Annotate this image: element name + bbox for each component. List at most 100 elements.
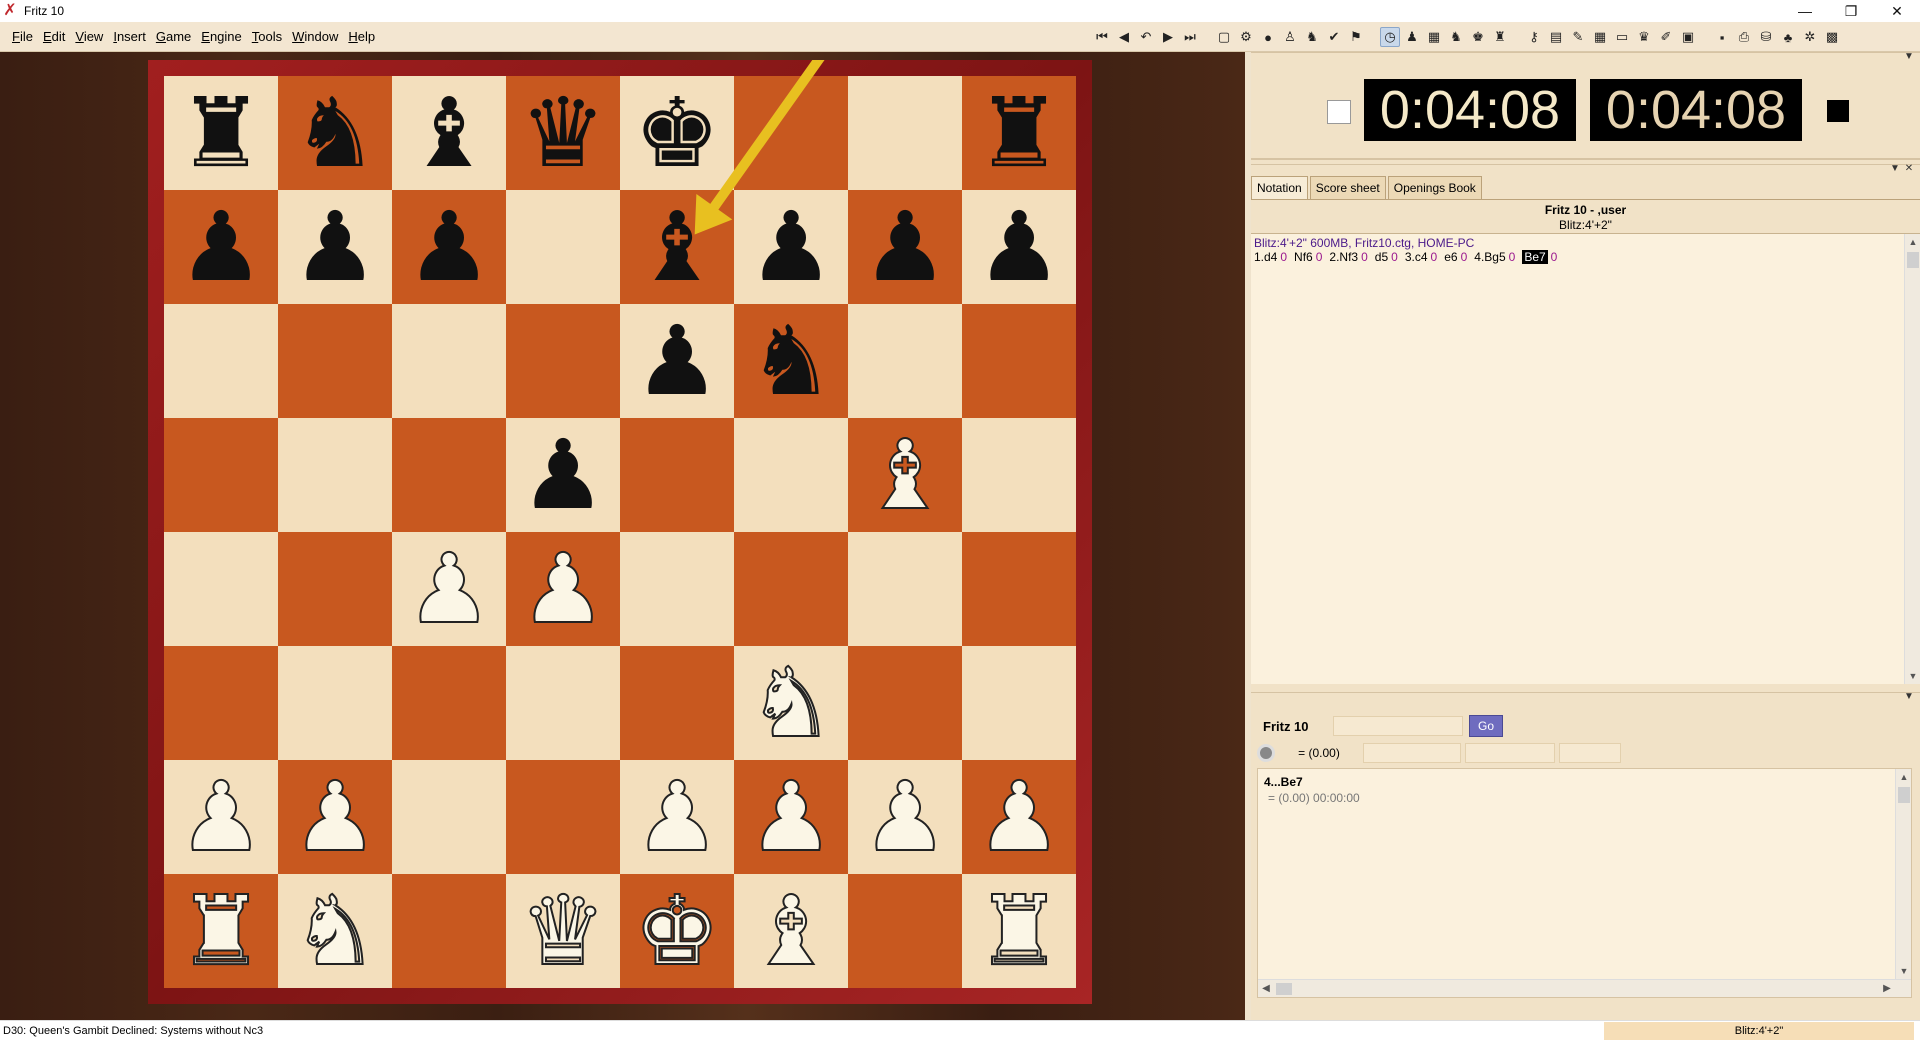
menu-engine[interactable]: Engine: [196, 29, 246, 44]
square-g3[interactable]: [848, 646, 962, 760]
square-b3[interactable]: [278, 646, 392, 760]
menu-view[interactable]: View: [70, 29, 108, 44]
square-e3[interactable]: [620, 646, 734, 760]
notation-move[interactable]: Nf6: [1294, 250, 1313, 264]
trophy-icon[interactable]: ♛: [1634, 27, 1654, 47]
layout-icon[interactable]: ▣: [1678, 27, 1698, 47]
white-rook-icon[interactable]: ♜: [177, 882, 265, 980]
square-a5[interactable]: [164, 418, 278, 532]
minimize-button[interactable]: —: [1782, 0, 1828, 22]
black-pawn-icon[interactable]: ♟: [748, 199, 834, 295]
new-game-icon[interactable]: ▢: [1214, 27, 1234, 47]
square-g7[interactable]: ♟: [848, 190, 962, 304]
square-a8[interactable]: ♜: [164, 76, 278, 190]
mascot-icon[interactable]: ♜: [1490, 27, 1510, 47]
square-a1[interactable]: ♜: [164, 874, 278, 988]
black-pawn-icon[interactable]: ♟: [406, 199, 492, 295]
black-queen-icon[interactable]: ♛: [520, 85, 606, 181]
white-bishop-icon[interactable]: ♝: [747, 882, 835, 980]
pane-menu-icon[interactable]: ▼: [1902, 51, 1916, 62]
coach-icon[interactable]: ♙: [1280, 27, 1300, 47]
square-a3[interactable]: [164, 646, 278, 760]
square-a7[interactable]: ♟: [164, 190, 278, 304]
white-pawn-icon[interactable]: ♟: [747, 768, 835, 866]
menu-tools[interactable]: Tools: [247, 29, 287, 44]
edit-icon[interactable]: ✎: [1568, 27, 1588, 47]
print-icon[interactable]: ⎙: [1734, 27, 1754, 47]
square-d1[interactable]: ♛: [506, 874, 620, 988]
square-h3[interactable]: [962, 646, 1076, 760]
white-rook-icon[interactable]: ♜: [975, 882, 1063, 980]
white-king-icon[interactable]: ♚: [633, 882, 721, 980]
square-g5[interactable]: ♝: [848, 418, 962, 532]
scroll-thumb[interactable]: [1898, 787, 1910, 803]
black-pawn-icon[interactable]: ♟: [520, 427, 606, 523]
black-rook-icon[interactable]: ♜: [976, 85, 1062, 181]
square-e2[interactable]: ♟: [620, 760, 734, 874]
square-g2[interactable]: ♟: [848, 760, 962, 874]
square-b5[interactable]: [278, 418, 392, 532]
square-e6[interactable]: ♟: [620, 304, 734, 418]
square-e4[interactable]: [620, 532, 734, 646]
square-c8[interactable]: ♝: [392, 76, 506, 190]
square-h5[interactable]: [962, 418, 1076, 532]
square-f4[interactable]: [734, 532, 848, 646]
key-icon[interactable]: ⚷: [1524, 27, 1544, 47]
window-icon[interactable]: ▭: [1612, 27, 1632, 47]
square-b6[interactable]: [278, 304, 392, 418]
square-h1[interactable]: ♜: [962, 874, 1076, 988]
white-pawn-icon[interactable]: ♟: [633, 768, 721, 866]
clock-icon[interactable]: ◷: [1380, 27, 1400, 47]
square-f3[interactable]: ♞: [734, 646, 848, 760]
engine-vscrollbar[interactable]: ▲ ▼: [1895, 769, 1911, 979]
book-icon[interactable]: ▤: [1546, 27, 1566, 47]
white-pawn-icon[interactable]: ♟: [405, 540, 493, 638]
square-f1[interactable]: ♝: [734, 874, 848, 988]
square-d5[interactable]: ♟: [506, 418, 620, 532]
square-a4[interactable]: [164, 532, 278, 646]
tree-icon[interactable]: ♣: [1778, 27, 1798, 47]
notation-text[interactable]: Blitz:4'+2" 600MB, Fritz10.ctg, HOME-PC …: [1251, 234, 1920, 684]
engine-output[interactable]: 4...Be7 = (0.00) 00:00:00 ▲ ▼ ◀ ▶: [1257, 768, 1912, 998]
scroll-left-icon[interactable]: ◀: [1258, 980, 1274, 998]
square-h7[interactable]: ♟: [962, 190, 1076, 304]
scroll-right-icon[interactable]: ▶: [1879, 980, 1895, 998]
square-d8[interactable]: ♛: [506, 76, 620, 190]
gears-icon[interactable]: ✲: [1800, 27, 1820, 47]
notation-move[interactable]: 1.d4: [1254, 250, 1277, 264]
square-b2[interactable]: ♟: [278, 760, 392, 874]
square-c3[interactable]: [392, 646, 506, 760]
engine-name[interactable]: Fritz 10: [1257, 719, 1327, 734]
notation-move[interactable]: 3.c4: [1405, 250, 1428, 264]
back-icon[interactable]: ◀: [1114, 27, 1134, 47]
scroll-thumb[interactable]: [1907, 252, 1919, 268]
square-g1[interactable]: [848, 874, 962, 988]
calendar-icon[interactable]: ▩: [1822, 27, 1842, 47]
black-pawn-icon[interactable]: ♟: [976, 199, 1062, 295]
board-icon[interactable]: ▦: [1424, 27, 1444, 47]
black-knight-icon[interactable]: ♞: [292, 85, 378, 181]
black-pawn-icon[interactable]: ♟: [634, 313, 720, 409]
square-a2[interactable]: ♟: [164, 760, 278, 874]
tab-score-sheet[interactable]: Score sheet: [1309, 176, 1386, 199]
square-a6[interactable]: [164, 304, 278, 418]
white-queen-icon[interactable]: ♛: [519, 882, 607, 980]
go-button[interactable]: Go: [1469, 715, 1503, 737]
flag-icon[interactable]: ⚑: [1346, 27, 1366, 47]
square-b7[interactable]: ♟: [278, 190, 392, 304]
square-h6[interactable]: [962, 304, 1076, 418]
king-icon[interactable]: ♚: [1468, 27, 1488, 47]
restore-button[interactable]: ❐: [1828, 0, 1874, 22]
square-e5[interactable]: [620, 418, 734, 532]
square-c5[interactable]: [392, 418, 506, 532]
black-pawn-icon[interactable]: ♟: [178, 199, 264, 295]
tab-notation[interactable]: Notation: [1251, 176, 1308, 199]
close-button[interactable]: ✕: [1874, 0, 1920, 22]
square-d4[interactable]: ♟: [506, 532, 620, 646]
square-d2[interactable]: [506, 760, 620, 874]
square-c6[interactable]: [392, 304, 506, 418]
square-c2[interactable]: [392, 760, 506, 874]
notation-move[interactable]: 2.Nf3: [1329, 250, 1358, 264]
square-e7[interactable]: ♝: [620, 190, 734, 304]
square-b8[interactable]: ♞: [278, 76, 392, 190]
